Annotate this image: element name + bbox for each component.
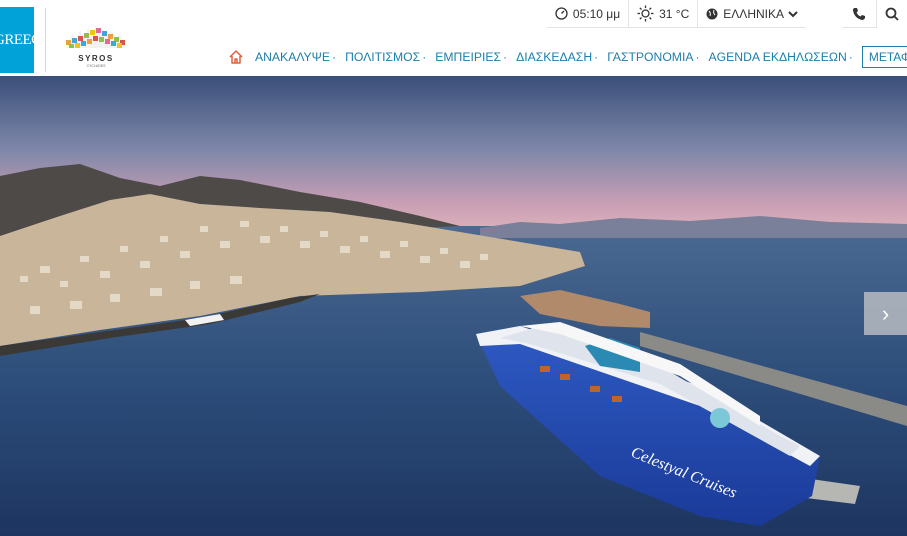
nav-item-entertainment[interactable]: ΔΙΑΣΚΕΔΑΣΗ [516,50,598,64]
visit-greece-logo[interactable]: GREECE [0,7,34,73]
nav-item-events-agenda[interactable]: AGENDA ΕΚΔΗΛΩΣΕΩΝ [709,50,853,64]
slider-next-button[interactable]: › [864,292,907,335]
time-text: 05:10 μμ [572,6,621,21]
phone-button[interactable] [842,0,876,28]
weather-display: 31 °C [629,0,698,28]
home-icon[interactable] [227,48,245,66]
topbar-gap [806,0,842,28]
temperature-text: 31 °C [659,6,690,21]
phone-icon [853,7,865,20]
search-button[interactable] [877,0,907,28]
language-label: ΕΛΛΗΝΙΚΑ [723,6,784,21]
top-utility-bar: 05:10 μμ 31 °C ΕΛΛΗΝΙΚΑ [546,0,907,28]
sun-icon [637,5,654,22]
syros-houses-icon [66,26,126,48]
nav-item-gastronomy[interactable]: ΓΑΣΤΡΟΝΟΜΙΑ [607,50,699,64]
transport-menu-button[interactable]: ΜΕΤΑΦ [861,46,907,68]
syros-logo-name: SYROS [78,54,114,63]
globe-icon [706,8,718,19]
hero-slider: Celestyal Cruises › [0,76,907,536]
chevron-down-icon [788,10,798,17]
hero-image: Celestyal Cruises [0,76,907,536]
nav-item-discover[interactable]: ΑΝΑΚΑΛΥΨΕ [255,50,336,64]
language-selector[interactable]: ΕΛΛΗΝΙΚΑ [698,0,806,28]
nav-item-experiences[interactable]: ΕΜΠΕΙΡΙΕΣ [435,50,507,64]
syros-logo-subtitle: CYCLADES [86,64,106,68]
chevron-right-icon: › [881,301,890,326]
logo-divider [45,8,46,72]
site-header: GREECE SYROS CYCLADES 05:10 μμ [0,0,907,76]
nav-item-culture[interactable]: ΠΟΛΙΤΙΣΜΟΣ [345,50,426,64]
clock-icon [555,7,568,20]
time-display: 05:10 μμ [546,0,629,28]
main-navigation: ΑΝΑΚΑΛΥΨΕ ΠΟΛΙΤΙΣΜΟΣ ΕΜΠΕΙΡΙΕΣ ΔΙΑΣΚΕΔΑΣ… [227,46,907,68]
syros-logo[interactable]: SYROS CYCLADES [58,20,134,70]
search-icon [885,7,899,21]
